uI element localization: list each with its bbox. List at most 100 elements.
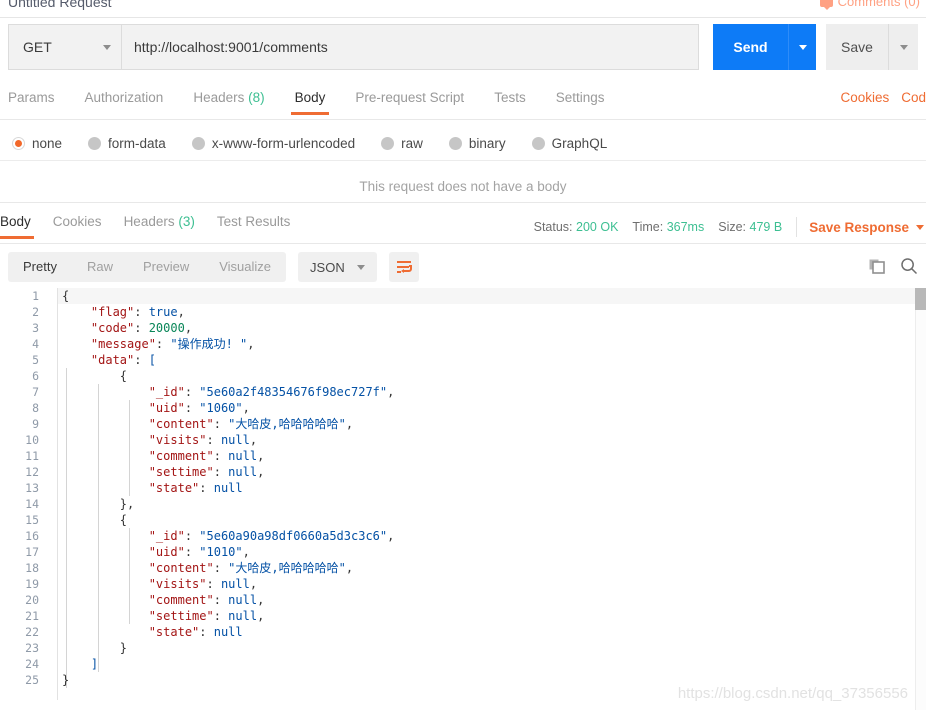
code-line: }, [58, 496, 916, 512]
vertical-scrollbar-thumb[interactable] [915, 288, 926, 310]
save-button[interactable]: Save [826, 24, 888, 70]
code-token: } [62, 673, 70, 687]
body-type-raw[interactable]: raw [381, 136, 423, 151]
code-token: "content" [62, 561, 214, 575]
code-token: "uid" [62, 401, 185, 415]
chevron-down-icon[interactable] [916, 224, 924, 230]
body-type-label: binary [468, 135, 506, 151]
line-number: 16 [25, 529, 39, 543]
code-token: , [242, 545, 250, 559]
code-token: "uid" [62, 545, 185, 559]
line-number: 21 [25, 609, 39, 623]
watermark: https://blog.csdn.net/qq_37356556 [677, 685, 908, 702]
code-token: true [148, 305, 178, 319]
url-input[interactable] [121, 24, 699, 70]
view-mode-group: Pretty Raw Preview Visualize [8, 252, 287, 282]
code-token: { [62, 369, 128, 383]
body-type-graphql[interactable]: GraphQL [531, 136, 607, 151]
code-token: "5e60a90a98df0660a5d3c3c6" [199, 529, 388, 543]
response-tab-label: Headers [123, 214, 175, 229]
radio-icon [88, 136, 102, 150]
code-token: , [257, 449, 265, 463]
request-tab-tests[interactable]: Tests [494, 90, 526, 114]
code-line: { [58, 512, 916, 528]
code-token: null [228, 449, 258, 463]
save-options-button[interactable] [888, 24, 918, 70]
code-token: : [184, 545, 200, 559]
line-number: 8 [32, 401, 39, 415]
code-line: "message": "操作成功! ", [58, 336, 916, 352]
line-number: 10 [25, 433, 39, 447]
code-token: : [206, 577, 221, 591]
request-tab-body[interactable]: Body [290, 90, 330, 115]
vertical-scrollbar[interactable] [915, 288, 926, 710]
chevron-down-icon [356, 264, 365, 270]
line-number: 11 [25, 449, 39, 463]
view-mode-visualize[interactable]: Visualize [204, 252, 286, 282]
code-token: , [257, 593, 265, 607]
send-button-group: Send [713, 24, 816, 72]
line-number: 19 [25, 577, 39, 591]
body-type-none[interactable]: none [12, 136, 62, 151]
code-token: }, [62, 497, 135, 511]
request-tab-headers[interactable]: Headers (8) [193, 90, 264, 114]
request-tab-label: Settings [555, 90, 605, 105]
search-icon[interactable] [900, 257, 918, 275]
view-mode-pretty[interactable]: Pretty [8, 252, 72, 282]
body-type-form-data[interactable]: form-data [88, 136, 166, 151]
code-line: "visits": null, [58, 432, 916, 448]
code-line: "content": "大哈皮,哈哈哈哈哈", [58, 416, 916, 432]
send-options-button[interactable] [788, 24, 816, 70]
code-token: "state" [62, 625, 200, 639]
code-content[interactable]: { "flag": true, "code": 20000, "message"… [58, 288, 916, 710]
code-token: , [387, 385, 395, 399]
http-method-select[interactable]: GET [8, 24, 121, 70]
code-token: , [257, 465, 265, 479]
save-response-button[interactable]: Save Response [809, 220, 909, 235]
response-tab-headers[interactable]: Headers (3) [124, 214, 195, 239]
request-tab-pre-request-script[interactable]: Pre-request Script [355, 90, 464, 114]
viewer-actions [869, 257, 918, 275]
code-token: "5e60a2f48354676f98ec727f" [199, 385, 388, 399]
response-tab-test-results[interactable]: Test Results [217, 214, 291, 239]
response-tab-body[interactable]: Body [0, 214, 34, 239]
body-type-label: none [32, 135, 63, 151]
code-token: ] [62, 657, 99, 671]
code-token: , [387, 529, 395, 543]
line-number: 23 [25, 641, 39, 655]
body-type-x-www-form-urlencoded[interactable]: x-www-form-urlencoded [191, 136, 355, 151]
body-type-label: form-data [108, 135, 166, 151]
code-line: "uid": "1060", [58, 400, 916, 416]
radio-icon [12, 136, 25, 150]
view-mode-preview[interactable]: Preview [128, 252, 204, 282]
code-token: "_id" [62, 529, 185, 543]
chevron-down-icon [103, 44, 111, 50]
response-body-viewer[interactable]: 1 2 3 4 5 6 7 8 9 10 11 12 13 14 15 16 17 18 19 20 21 22 23 24 2… [0, 288, 926, 710]
radio-icon [191, 136, 205, 150]
save-button-group: Save [826, 24, 918, 72]
word-wrap-button[interactable] [388, 252, 419, 282]
body-type-binary[interactable]: binary [448, 135, 506, 151]
code-token: : [184, 401, 200, 415]
empty-body-message: This request does not have a body [359, 178, 567, 194]
copy-icon[interactable] [869, 258, 886, 275]
code-line: } [58, 640, 916, 656]
link-cod[interactable]: Cod [901, 90, 926, 105]
send-button[interactable]: Send [713, 24, 788, 70]
line-number: 20 [25, 593, 39, 607]
code-line: { [58, 288, 916, 304]
code-token: , [345, 417, 354, 431]
view-mode-raw[interactable]: Raw [72, 252, 128, 282]
code-token: , [184, 321, 193, 335]
request-tab-settings[interactable]: Settings [556, 90, 605, 114]
comments-button[interactable]: Comments (0) [819, 0, 920, 10]
line-number: 7 [32, 385, 39, 399]
response-tab-cookies[interactable]: Cookies [53, 214, 102, 239]
link-cookies[interactable]: Cookies [840, 90, 889, 105]
code-token: : [199, 481, 214, 495]
request-tab-authorization[interactable]: Authorization [85, 90, 164, 114]
code-token: : [199, 625, 214, 639]
request-tab-params[interactable]: Params [8, 90, 55, 114]
code-token: "state" [62, 481, 200, 495]
response-format-select[interactable]: JSON [298, 252, 377, 282]
